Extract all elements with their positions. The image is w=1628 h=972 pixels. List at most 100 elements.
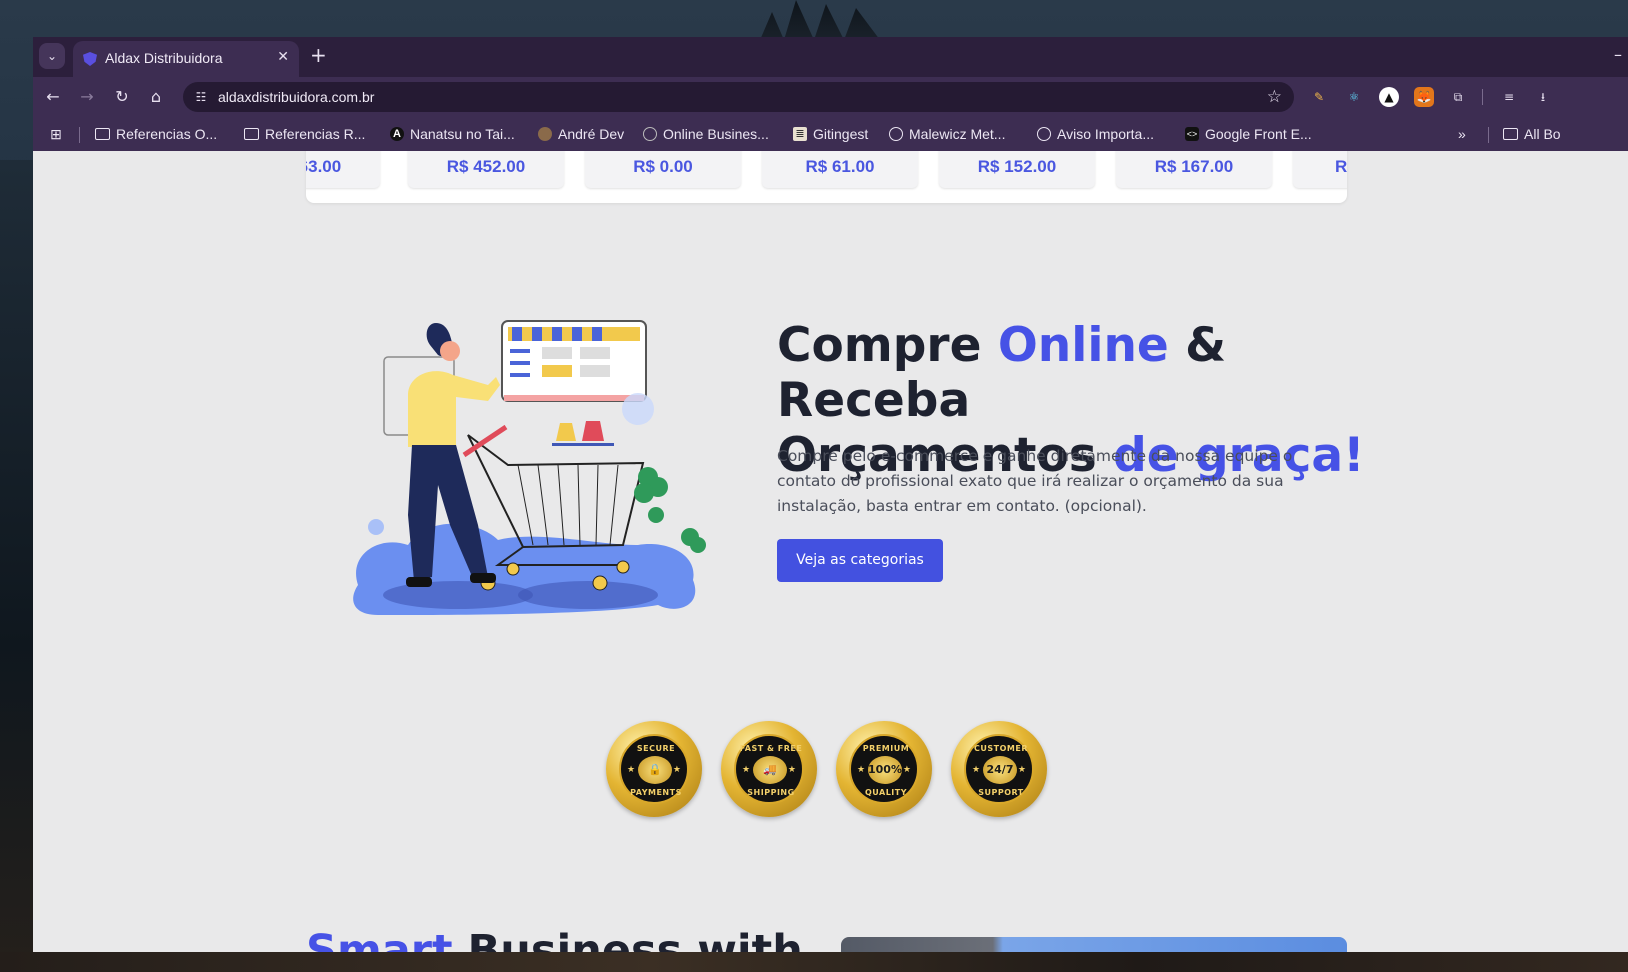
- browser-toolbar: ← → ↻ ⌂ ☷ aldaxdistribuidora.com.br ☆ ✎ …: [33, 77, 1628, 117]
- bookmark-label: Malewicz Met...: [909, 126, 1006, 142]
- product-price: R$ 167.00: [1154, 157, 1234, 176]
- media-control-icon[interactable]: ≡: [1499, 87, 1519, 107]
- hero-heading-text: Compre: [777, 318, 998, 373]
- bookmark-item[interactable]: Referencias O...: [95, 125, 217, 143]
- document-icon: ≣: [793, 127, 807, 141]
- view-categories-button[interactable]: Veja as categorias: [777, 539, 943, 582]
- back-button[interactable]: ←: [42, 86, 64, 108]
- badge-top-text: FAST & FREE: [739, 744, 803, 753]
- folder-icon: [95, 128, 110, 140]
- premium-quality-badge: PREMIUM ★ ★ 100% QUALITY: [836, 721, 932, 817]
- vercel-extension-icon[interactable]: ▲: [1379, 87, 1399, 107]
- new-tab-button[interactable]: +: [310, 43, 327, 67]
- badge-bottom-text: PAYMENTS: [630, 788, 682, 797]
- product-price: R$ 152.00: [977, 157, 1057, 176]
- badge-center-text: 100%: [868, 756, 902, 784]
- bookmark-label: Referencias R...: [265, 126, 366, 142]
- badge-bottom-text: QUALITY: [864, 788, 908, 797]
- product-card[interactable]: R$ 452.00: [408, 151, 564, 188]
- all-bookmarks-button[interactable]: All Bo: [1503, 125, 1561, 143]
- bookmarks-divider: [79, 127, 80, 143]
- product-card[interactable]: R$ 167.00: [1116, 151, 1272, 188]
- metamask-icon[interactable]: 🦊: [1414, 87, 1434, 107]
- product-carousel: R$ 163.00 R$ 452.00 R$ 0.00 R$ 61.00 R$ …: [306, 151, 1347, 203]
- bookmark-item[interactable]: A Nanatsu no Tai...: [390, 125, 515, 143]
- address-url[interactable]: aldaxdistribuidora.com.br: [218, 89, 374, 105]
- close-tab-icon[interactable]: ✕: [277, 49, 289, 65]
- tab-title: Aldax Distribuidora: [105, 50, 223, 66]
- bookmarks-divider: [1488, 127, 1489, 143]
- smart-business-heading: Smart Business with: [306, 926, 803, 952]
- bookmark-label: Google Front E...: [1205, 126, 1312, 142]
- page-viewport: R$ 163.00 R$ 452.00 R$ 0.00 R$ 61.00 R$ …: [33, 151, 1628, 952]
- bookmark-item[interactable]: André Dev: [538, 125, 624, 143]
- globe-icon: [1037, 127, 1051, 141]
- globe-icon: [889, 127, 903, 141]
- wallpaper-ground: [0, 952, 1628, 972]
- wallpaper-castle: [760, 0, 880, 40]
- product-card[interactable]: R$ 61.00: [762, 151, 918, 188]
- product-price: R$ 163.00: [306, 157, 342, 176]
- bookmark-star-icon[interactable]: ☆: [1267, 87, 1282, 107]
- site-info-icon[interactable]: ☷: [193, 89, 209, 105]
- badge-bottom-text: SUPPORT: [978, 788, 1024, 797]
- heading-text: Business with: [452, 926, 803, 952]
- anime-logo-icon: A: [390, 127, 404, 141]
- secure-payments-badge: SECURE ★ ★ 🔒 PAYMENTS: [606, 721, 702, 817]
- extensions-puzzle-icon[interactable]: ⧉: [1448, 87, 1468, 107]
- tab-strip: ⌄ Aldax Distribuidora ✕ + –: [33, 37, 1628, 77]
- product-card[interactable]: R: [1293, 151, 1347, 188]
- bookmark-item[interactable]: Aviso Importa...: [1037, 125, 1154, 143]
- badge-bottom-text: SHIPPING: [747, 788, 795, 797]
- pen-extension-icon[interactable]: ✎: [1309, 87, 1329, 107]
- hero-heading-accent: Online: [997, 318, 1169, 373]
- address-bar[interactable]: ☷ aldaxdistribuidora.com.br ☆: [183, 82, 1294, 112]
- bookmark-item[interactable]: Online Busines...: [643, 125, 769, 143]
- bookmark-item[interactable]: Referencias R...: [244, 125, 365, 143]
- code-icon: <>: [1185, 127, 1199, 141]
- apps-grid-icon[interactable]: ⊞: [49, 125, 63, 143]
- business-section-image: [841, 937, 1347, 952]
- download-icon[interactable]: ⭳: [1533, 87, 1553, 107]
- bookmark-item[interactable]: ≣ Gitingest: [793, 125, 868, 143]
- all-bookmarks-label: All Bo: [1524, 126, 1561, 142]
- badge-top-text: PREMIUM: [862, 744, 910, 753]
- customer-support-badge: CUSTOMER ★ ★ 24/7 SUPPORT: [951, 721, 1047, 817]
- tab-aldax[interactable]: Aldax Distribuidora ✕: [73, 41, 299, 77]
- bookmark-label: André Dev: [558, 126, 625, 142]
- badge-top-text: CUSTOMER: [974, 744, 1028, 753]
- product-card[interactable]: R$ 0.00: [585, 151, 741, 188]
- product-card[interactable]: R$ 163.00: [306, 151, 380, 188]
- badge-top-text: SECURE: [636, 744, 676, 753]
- avatar-icon: [538, 127, 552, 141]
- bookmark-item[interactable]: <> Google Front E...: [1185, 125, 1312, 143]
- bookmarks-overflow-button[interactable]: »: [1458, 125, 1466, 143]
- react-devtools-icon[interactable]: ⚛: [1344, 87, 1364, 107]
- reload-button[interactable]: ↻: [111, 86, 133, 108]
- bookmark-label: Online Busines...: [663, 126, 769, 142]
- wallpaper-tree: [0, 160, 34, 972]
- lock-icon: 🔒: [638, 756, 672, 784]
- hero-description: Compre pelo e-commerce e ganhe diretamen…: [777, 447, 1293, 515]
- heading-accent: Smart: [306, 926, 453, 952]
- folder-icon: [1503, 128, 1518, 140]
- browser-window: ⌄ Aldax Distribuidora ✕ + – ← → ↻ ⌂ ☷ al…: [33, 37, 1628, 952]
- shopping-cart-illustration: [353, 320, 706, 615]
- truck-icon: 🚚: [753, 756, 787, 784]
- shield-favicon-icon: [83, 52, 97, 66]
- tab-search-button[interactable]: ⌄: [39, 43, 65, 69]
- fast-free-shipping-badge: FAST & FREE ★ ★ 🚚 SHIPPING: [721, 721, 817, 817]
- forward-button[interactable]: →: [76, 86, 98, 108]
- home-button[interactable]: ⌂: [145, 86, 167, 108]
- product-card[interactable]: R$ 152.00: [939, 151, 1095, 188]
- bookmark-label: Aviso Importa...: [1057, 126, 1155, 142]
- toolbar-divider: [1482, 89, 1483, 105]
- bookmark-label: Gitingest: [813, 126, 869, 142]
- bookmark-item[interactable]: Malewicz Met...: [889, 125, 1005, 143]
- globe-icon: [643, 127, 657, 141]
- product-price: R$ 452.00: [446, 157, 526, 176]
- badge-center-text: 24/7: [983, 756, 1017, 784]
- bookmarks-bar: ⊞ Referencias O... Referencias R... A Na…: [33, 117, 1628, 151]
- minimize-window-button[interactable]: –: [1614, 45, 1622, 64]
- bookmark-label: Nanatsu no Tai...: [410, 126, 515, 142]
